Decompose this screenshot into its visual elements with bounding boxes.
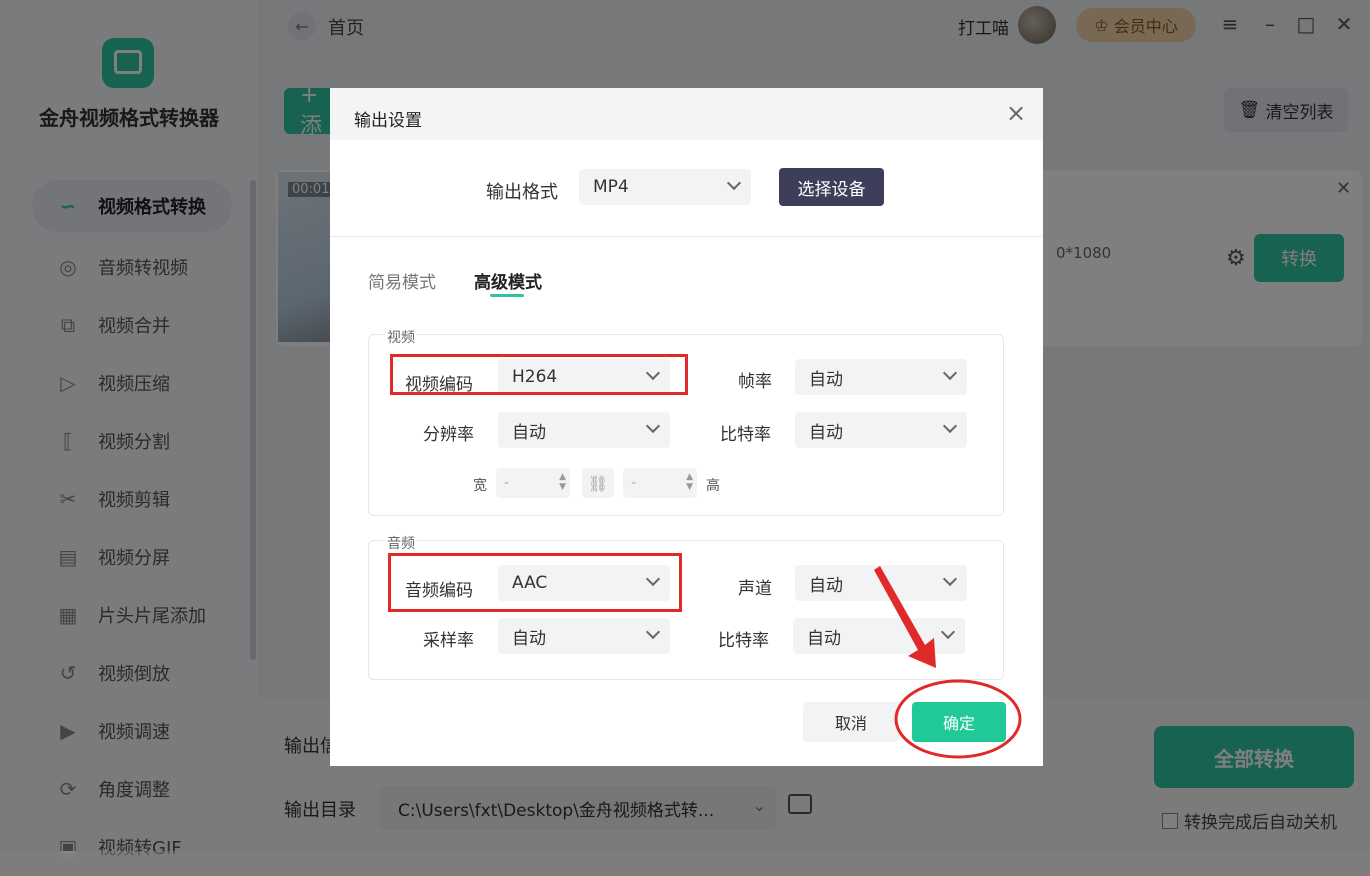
resolution-select[interactable]: 自动 bbox=[498, 412, 670, 448]
divider bbox=[330, 236, 1043, 237]
tab-simple-mode[interactable]: 简易模式 bbox=[368, 268, 436, 293]
stepper-icon[interactable]: ▲ ▼ bbox=[559, 472, 566, 492]
width-label: 宽 bbox=[473, 478, 487, 494]
annotation-box-video-codec bbox=[390, 354, 688, 395]
dialog-title: 输出设置 bbox=[354, 111, 422, 131]
video-group-title: 视频 bbox=[385, 327, 417, 347]
output-settings-dialog: 输出设置 × 输出格式 MP4 选择设备 简易模式 高级模式 视频 视频编码 H… bbox=[330, 88, 1043, 766]
dialog-close-icon[interactable]: × bbox=[1006, 100, 1026, 126]
video-bitrate-select[interactable]: 自动 bbox=[795, 412, 967, 448]
audio-bitrate-label: 比特率 bbox=[718, 631, 769, 651]
height-value: - bbox=[631, 475, 637, 491]
chevron-down-icon bbox=[945, 421, 955, 431]
chevron-down-icon bbox=[943, 627, 953, 637]
sample-rate-value: 自动 bbox=[512, 628, 546, 649]
audio-group-title: 音频 bbox=[385, 533, 417, 553]
tab-advanced-mode[interactable]: 高级模式 bbox=[474, 268, 542, 293]
link-aspect-icon[interactable]: ⛓ bbox=[582, 468, 614, 498]
resolution-value: 自动 bbox=[512, 422, 546, 443]
stepper-icon[interactable]: ▲ ▼ bbox=[686, 472, 693, 492]
width-input[interactable]: - ▲ ▼ bbox=[496, 468, 570, 498]
sample-rate-label: 采样率 bbox=[423, 631, 474, 651]
sample-rate-select[interactable]: 自动 bbox=[498, 618, 670, 654]
resolution-label: 分辨率 bbox=[423, 425, 474, 445]
chevron-down-icon bbox=[729, 178, 739, 188]
confirm-button[interactable]: 确定 bbox=[912, 702, 1006, 742]
video-bitrate-value: 自动 bbox=[809, 422, 843, 443]
output-format-label: 输出格式 bbox=[486, 182, 558, 203]
chevron-down-icon bbox=[945, 368, 955, 378]
audio-bitrate-value: 自动 bbox=[807, 628, 841, 649]
channel-label: 声道 bbox=[738, 579, 772, 599]
annotation-box-audio-codec bbox=[388, 553, 682, 612]
channel-select[interactable]: 自动 bbox=[795, 565, 967, 601]
choose-device-button[interactable]: 选择设备 bbox=[779, 168, 884, 206]
output-format-select[interactable]: MP4 bbox=[579, 169, 751, 205]
audio-bitrate-select[interactable]: 自动 bbox=[793, 618, 965, 654]
chevron-down-icon bbox=[648, 627, 658, 637]
height-label: 高 bbox=[706, 478, 720, 494]
height-input[interactable]: - ▲ ▼ bbox=[623, 468, 697, 498]
active-tab-indicator bbox=[490, 294, 524, 297]
fps-value: 自动 bbox=[809, 369, 843, 390]
dialog-header: 输出设置 × bbox=[330, 88, 1043, 140]
cancel-button[interactable]: 取消 bbox=[803, 702, 899, 742]
chevron-down-icon bbox=[648, 421, 658, 431]
fps-select[interactable]: 自动 bbox=[795, 359, 967, 395]
chevron-down-icon bbox=[945, 574, 955, 584]
video-bitrate-label: 比特率 bbox=[720, 425, 771, 445]
channel-value: 自动 bbox=[809, 575, 843, 596]
output-format-value: MP4 bbox=[593, 177, 629, 197]
width-value: - bbox=[504, 475, 510, 491]
fps-label: 帧率 bbox=[738, 372, 772, 392]
